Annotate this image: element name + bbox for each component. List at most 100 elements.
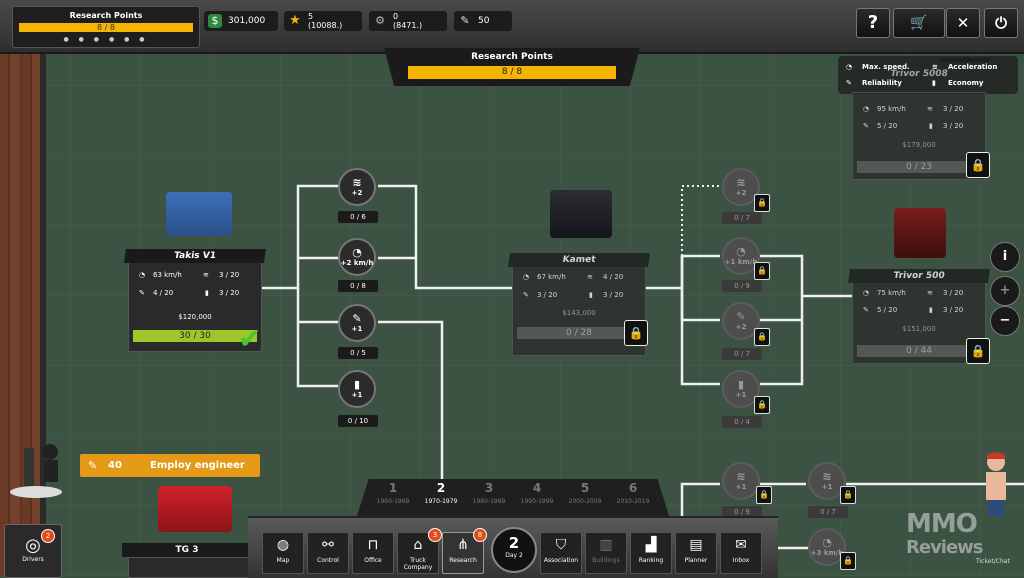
nav-map[interactable]: ◍ Map	[262, 532, 304, 574]
era-number: 6	[628, 481, 638, 495]
node-count: 0 / 6	[338, 211, 378, 223]
lock-icon: 🔒	[840, 486, 856, 504]
nav-office[interactable]: ⊓ Office	[352, 532, 394, 574]
star-icon: ★	[289, 13, 301, 28]
node-label: +1	[735, 483, 747, 491]
node-label: +2	[735, 189, 747, 197]
trivor-500-truck-image[interactable]	[894, 208, 946, 258]
truck-reliability: 5 / 20	[877, 122, 898, 130]
checkmark-icon: ✔	[238, 322, 262, 355]
nav-buildings[interactable]: ▥ Buildings	[585, 532, 627, 574]
settings-tools-icon[interactable]: ✕	[946, 8, 980, 38]
wrench-icon: ✎	[88, 459, 98, 472]
nav-label: Control	[317, 557, 339, 564]
nav-label: Research	[449, 557, 477, 564]
engineers-display: ✎ 50	[454, 11, 512, 31]
lock-icon: 🔒	[754, 194, 770, 212]
lock-icon: 🔒	[756, 486, 772, 504]
truck-speed: 95 km/h	[877, 105, 906, 113]
nav-research[interactable]: ⋔ Research 8	[442, 528, 487, 574]
node-label: +1	[735, 391, 747, 399]
era-number: 4	[532, 481, 542, 495]
watermark-logo: MMO Reviews	[906, 511, 984, 560]
node-count: 0 / 8	[338, 280, 378, 292]
economy-icon: ▮	[205, 289, 209, 297]
notification-badge: 3	[428, 528, 442, 542]
reliability-icon: ✎	[863, 306, 869, 314]
nav-label: Ranking	[638, 557, 664, 564]
page-dots[interactable]: ● ● ● ● ● ●	[13, 36, 199, 43]
era-years: 1960-1969	[376, 498, 410, 505]
era-number: 5	[580, 481, 590, 495]
speed-icon: ◔	[863, 105, 870, 113]
lock-icon: 🔒	[754, 328, 770, 346]
upgrade-node-reliability[interactable]: ✎ +1	[338, 304, 376, 342]
money-icon: $	[208, 14, 222, 28]
era-2010s[interactable]: 6 2010-2019	[608, 481, 658, 505]
nav-inbox[interactable]: ✉ Inbox	[720, 532, 762, 574]
economy-icon: ▮	[353, 378, 361, 391]
nav-label: Truck Company	[403, 557, 433, 571]
era-2000s[interactable]: 5 2000-2009	[560, 481, 610, 505]
node-label: +1 km/h	[724, 258, 758, 266]
era-1970s[interactable]: 2 1970-1979	[416, 481, 466, 505]
truck-progress: 0 / 28	[517, 327, 641, 339]
zoom-in-icon[interactable]: +	[990, 276, 1020, 306]
era-years: 1980-1989	[472, 498, 506, 505]
planner-icon: ▤	[689, 537, 703, 553]
zoom-out-icon[interactable]: −	[990, 306, 1020, 336]
research-points-panel-label: Research Points	[471, 52, 553, 62]
node-count: 0 / 7	[808, 506, 848, 518]
nav-truck-company[interactable]: ⌂ Truck Company 3	[397, 528, 442, 574]
shield-icon: ⛉	[555, 537, 567, 553]
engineer-cost: 40	[108, 460, 122, 471]
power-icon[interactable]: ⏻	[984, 8, 1018, 38]
truck-speed: 75 km/h	[877, 289, 906, 297]
drivers-label: Drivers	[22, 556, 44, 563]
nav-control[interactable]: ⚯ Control	[307, 532, 349, 574]
globe-icon: ◍	[276, 537, 290, 553]
day-dial[interactable]: 2 Day 2	[491, 527, 537, 573]
era-number: 2	[436, 481, 446, 495]
acceleration-icon: ≋	[927, 289, 933, 297]
upgrade-node-locked[interactable]: ≋ +1	[722, 462, 760, 500]
node-count: 0 / 5	[338, 347, 378, 359]
speed-icon: ◔	[736, 245, 746, 258]
shop-cart-icon[interactable]: 🛒	[893, 8, 945, 38]
upgrade-node-acceleration[interactable]: ≋ +2	[338, 168, 376, 206]
speed-icon: ◔	[523, 273, 530, 281]
era-years: 1970-1979	[424, 498, 458, 505]
era-1980s[interactable]: 3 1980-1989	[464, 481, 514, 505]
ticket-chat-character[interactable]	[974, 450, 1018, 516]
node-count: 0 / 7	[722, 348, 762, 360]
nav-association[interactable]: ⛉ Association	[540, 532, 582, 574]
speed-icon: ◔	[822, 536, 832, 549]
era-1960s[interactable]: 1 1960-1969	[368, 481, 418, 505]
truck-name: Kamet	[508, 253, 650, 267]
truck-card-tg3[interactable]	[128, 557, 250, 578]
help-button[interactable]: ?	[856, 8, 890, 38]
takis-truck-image[interactable]	[166, 192, 232, 236]
upgrade-node-speed[interactable]: ◔ +2 km/h	[338, 238, 376, 276]
day-label: Day 2	[505, 552, 523, 559]
drivers-button[interactable]: ◎ Drivers 2	[4, 524, 62, 578]
upgrade-node-economy[interactable]: ▮ +1	[338, 370, 376, 408]
lock-icon: 🔒	[966, 152, 990, 178]
truck-price: $151,000	[902, 325, 936, 333]
nav-ranking[interactable]: ▟ Ranking	[630, 532, 672, 574]
watermark-line2: Reviews	[906, 537, 984, 558]
acceleration-icon: ≋	[822, 470, 832, 483]
info-icon[interactable]: i	[990, 242, 1020, 272]
economy-icon: ▮	[737, 378, 745, 391]
parts-icon: ⚙	[375, 14, 385, 27]
research-points-box: Research Points 8 / 8 ● ● ● ● ● ●	[12, 6, 200, 48]
era-1990s[interactable]: 4 1990-1999	[512, 481, 562, 505]
research-points-label: Research Points	[69, 11, 143, 20]
kamet-truck-image[interactable]	[550, 190, 612, 238]
lock-icon: 🔒	[966, 338, 990, 364]
parts-sub: (8471.)	[393, 21, 423, 30]
employ-engineer-button[interactable]: ✎ 40 Employ engineer	[80, 454, 260, 477]
nav-planner[interactable]: ▤ Planner	[675, 532, 717, 574]
reliability-icon: ✎	[863, 122, 869, 130]
tg3-van-image[interactable]	[158, 486, 232, 532]
